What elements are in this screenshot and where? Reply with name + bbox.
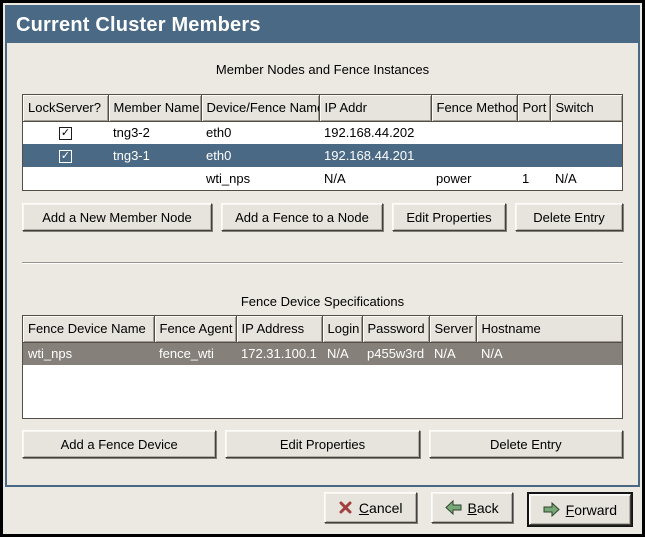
cell-port xyxy=(517,121,550,144)
add-fence-device-button[interactable]: Add a Fence Device xyxy=(22,430,216,458)
arrow-left-icon xyxy=(445,500,462,515)
forward-button[interactable]: Forward xyxy=(529,494,631,525)
cell-port xyxy=(517,144,550,167)
back-label: Back xyxy=(468,500,499,516)
table-row-selected[interactable]: wti_nps fence_wti 172.31.100.1 N/A p455w… xyxy=(23,342,622,365)
cell-server: N/A xyxy=(429,342,476,365)
member-delete-entry-button[interactable]: Delete Entry xyxy=(515,203,623,231)
cancel-label: Cancel xyxy=(359,500,403,516)
cell-fence-method xyxy=(431,121,517,144)
cell-device-fence-name: eth0 xyxy=(201,144,319,167)
cell-fence-agent: fence_wti xyxy=(154,342,236,365)
window-border: Current Cluster Members Member Nodes and… xyxy=(0,0,645,537)
cell-fence-method xyxy=(431,144,517,167)
fence-table-header-row: Fence Device Name Fence Agent IP Address… xyxy=(23,316,622,342)
table-row[interactable]: ✓ tng3-2 eth0 192.168.44.202 xyxy=(23,121,622,144)
col-switch[interactable]: Switch xyxy=(550,95,622,121)
add-member-node-button[interactable]: Add a New Member Node xyxy=(22,203,212,231)
page-content: Member Nodes and Fence Instances LockSer… xyxy=(7,43,638,485)
cell-fence-method: power xyxy=(431,167,517,190)
fence-edit-properties-button[interactable]: Edit Properties xyxy=(225,430,419,458)
col-fence-agent[interactable]: Fence Agent xyxy=(154,316,236,342)
cell-login: N/A xyxy=(322,342,362,365)
cancel-x-icon xyxy=(338,500,353,515)
cell-ip-addr: 192.168.44.201 xyxy=(319,144,431,167)
fence-device-table: Fence Device Name Fence Agent IP Address… xyxy=(22,315,623,419)
table-row[interactable]: wti_nps N/A power 1 N/A xyxy=(23,167,622,190)
cell-port: 1 xyxy=(517,167,550,190)
cell-switch: N/A xyxy=(550,167,622,190)
col-fence-device-name[interactable]: Fence Device Name xyxy=(23,316,154,342)
checkbox-checked-icon[interactable]: ✓ xyxy=(59,127,72,140)
dialog: Current Cluster Members Member Nodes and… xyxy=(3,3,642,534)
col-device-fence-name[interactable]: Device/Fence Name xyxy=(201,95,319,121)
cell-ip-addr: 192.168.44.202 xyxy=(319,121,431,144)
col-password[interactable]: Password xyxy=(362,316,429,342)
cell-member-name: tng3-1 xyxy=(108,144,201,167)
forward-label: Forward xyxy=(566,502,617,518)
col-hostname[interactable]: Hostname xyxy=(476,316,622,342)
cell-ip-addr: N/A xyxy=(319,167,431,190)
default-button-ring: Forward xyxy=(527,492,633,527)
member-table-header-row: LockServer? Member Name Device/Fence Nam… xyxy=(23,95,622,121)
cell-device-fence-name: wti_nps xyxy=(201,167,319,190)
navigation-bar: Cancel Back Forward xyxy=(8,492,637,528)
cell-member-name: tng3-2 xyxy=(108,121,201,144)
col-ip-addr[interactable]: IP Addr xyxy=(319,95,431,121)
title-bar: Current Cluster Members xyxy=(7,7,638,43)
checkbox-checked-icon[interactable]: ✓ xyxy=(59,150,72,163)
fence-button-row: Add a Fence Device Edit Properties Delet… xyxy=(22,430,623,458)
back-button[interactable]: Back xyxy=(431,492,513,523)
cell-switch xyxy=(550,144,622,167)
table-row-selected[interactable]: ✓ tng3-1 eth0 192.168.44.201 xyxy=(23,144,622,167)
col-server[interactable]: Server xyxy=(429,316,476,342)
cell-member-name xyxy=(108,167,201,190)
col-lockserver[interactable]: LockServer? xyxy=(23,95,108,121)
col-login[interactable]: Login xyxy=(322,316,362,342)
col-fence-method[interactable]: Fence Method xyxy=(431,95,517,121)
member-table-caption: Member Nodes and Fence Instances xyxy=(7,62,638,77)
fence-delete-entry-button[interactable]: Delete Entry xyxy=(429,430,623,458)
cell-password: p455w3rd xyxy=(362,342,429,365)
member-table: LockServer? Member Name Device/Fence Nam… xyxy=(22,94,623,191)
cell-fence-device-name: wti_nps xyxy=(23,342,154,365)
cell-hostname: N/A xyxy=(476,342,622,365)
cell-device-fence-name: eth0 xyxy=(201,121,319,144)
druid-frame: Current Cluster Members Member Nodes and… xyxy=(5,5,640,487)
member-edit-properties-button[interactable]: Edit Properties xyxy=(392,203,506,231)
page-title: Current Cluster Members xyxy=(16,14,261,37)
horizontal-separator xyxy=(22,262,623,264)
col-port[interactable]: Port xyxy=(517,95,550,121)
cell-switch xyxy=(550,121,622,144)
add-fence-to-node-button[interactable]: Add a Fence to a Node xyxy=(221,203,383,231)
fence-table-caption: Fence Device Specifications xyxy=(7,294,638,309)
col-ip-address[interactable]: IP Address xyxy=(236,316,322,342)
col-member-name[interactable]: Member Name xyxy=(108,95,201,121)
arrow-right-icon xyxy=(543,502,560,517)
cell-ip-address: 172.31.100.1 xyxy=(236,342,322,365)
cancel-button[interactable]: Cancel xyxy=(324,492,417,523)
member-button-row: Add a New Member Node Add a Fence to a N… xyxy=(22,203,623,231)
